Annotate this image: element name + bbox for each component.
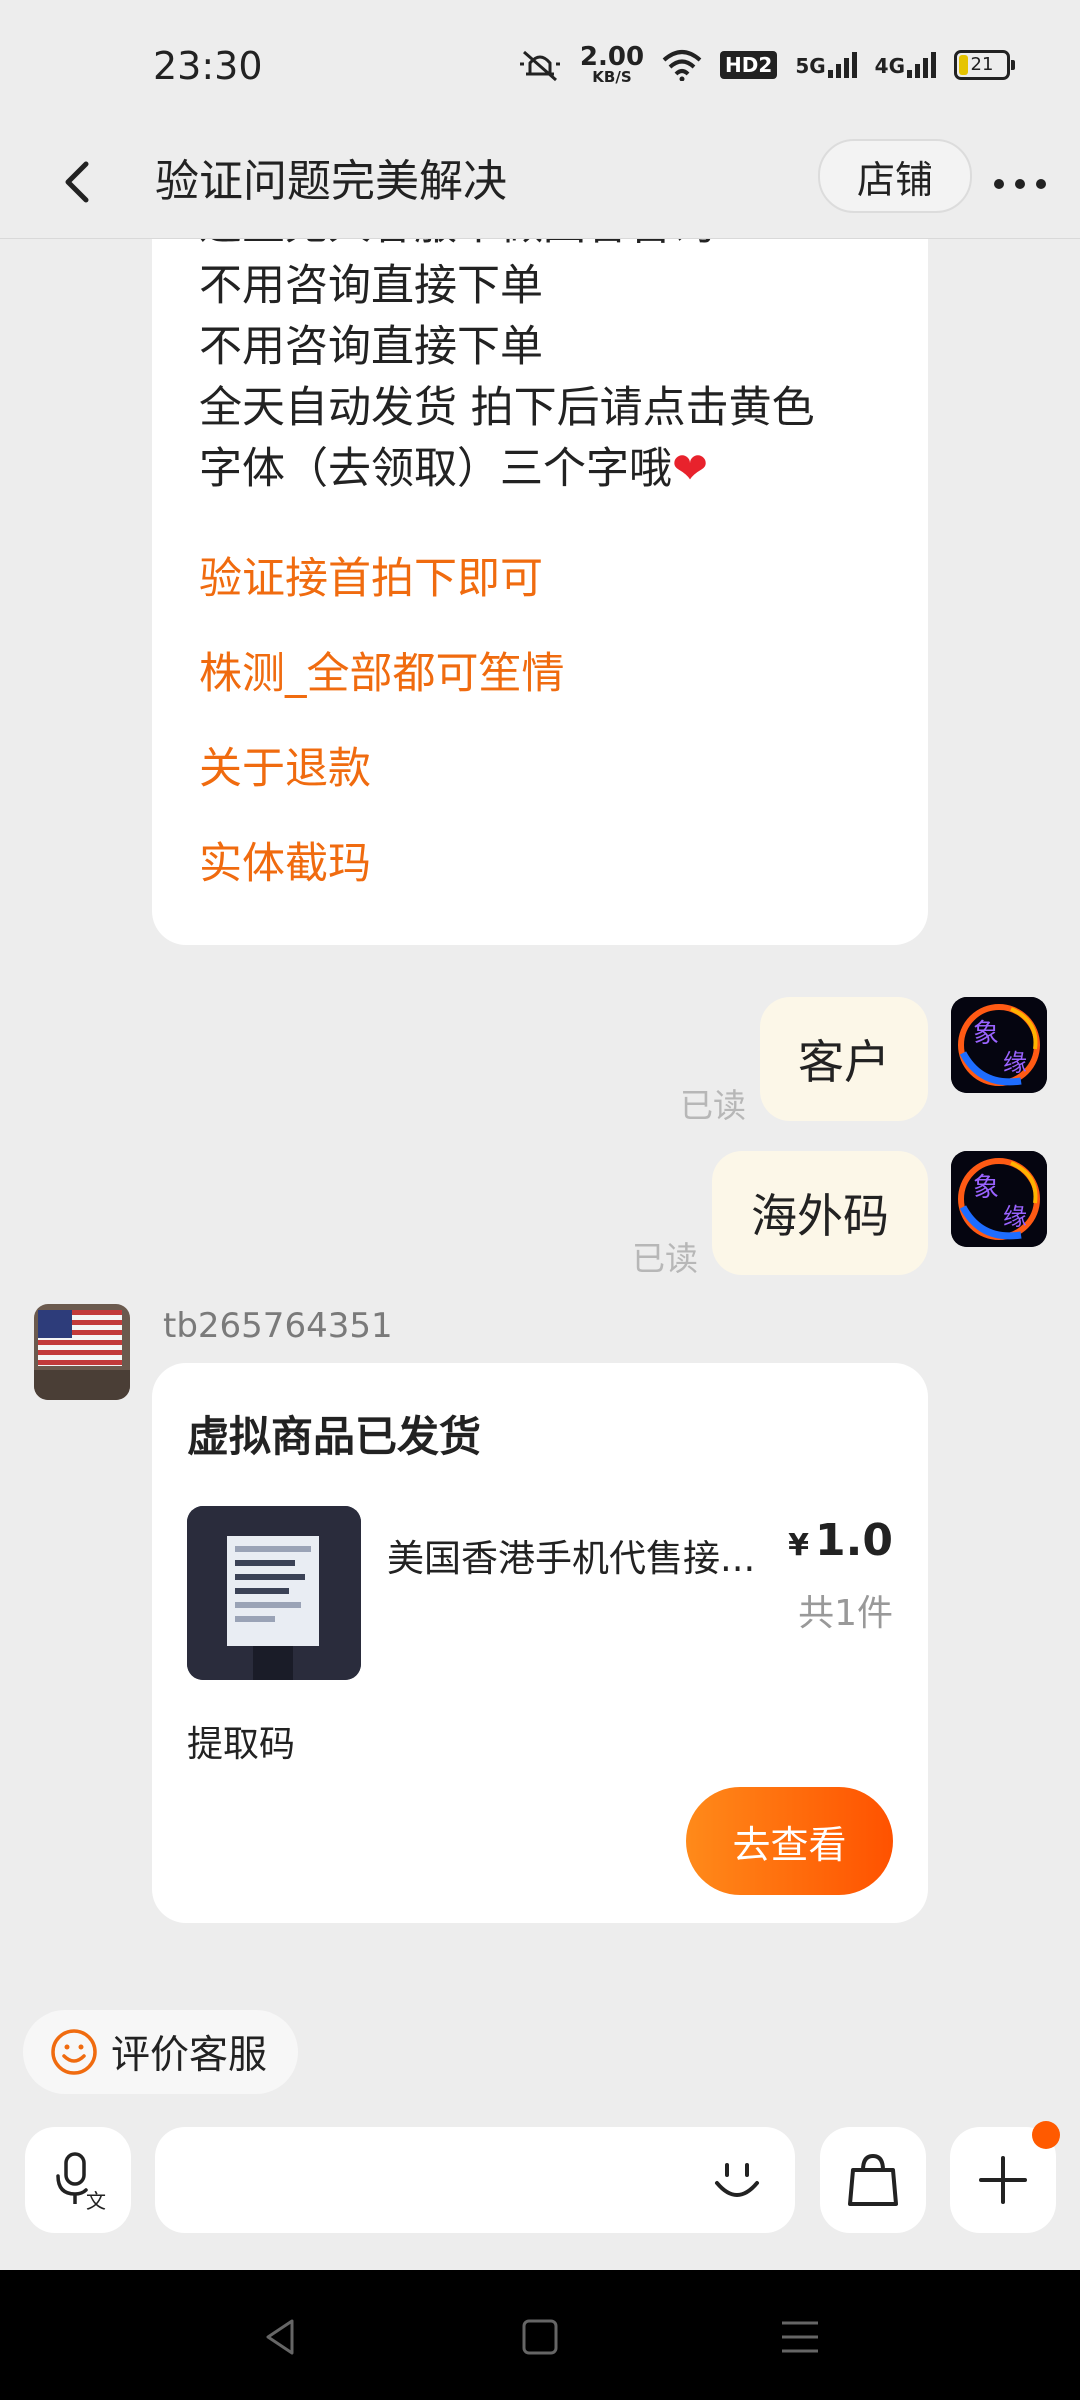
- shopping-bag-button[interactable]: [820, 2127, 926, 2233]
- chat-header: 验证问题完美解决 店铺: [0, 130, 1080, 239]
- voice-button[interactable]: 文: [25, 2127, 131, 2233]
- auto-reply-line: 不用咨询直接下单: [199, 261, 543, 311]
- avatar-image: 象 缘: [951, 997, 1047, 1093]
- rate-service-button[interactable]: 评价客服: [23, 2010, 298, 2094]
- voice-icon: 文: [56, 2152, 106, 2212]
- product-thumbnail: [187, 1506, 361, 1680]
- more-icon[interactable]: [985, 154, 1055, 214]
- order-card[interactable]: 虚拟商品已发货 美国香港手机代售接... ¥1.0 共1件 提取码 去查看: [152, 1363, 928, 1923]
- rate-service-label: 评价客服: [111, 2033, 268, 2078]
- auto-reply-line: 这里无人客服不做回答咨询: [199, 239, 815, 256]
- nav-menu-icon[interactable]: [778, 2315, 822, 2359]
- back-icon[interactable]: [52, 152, 112, 212]
- status-icons: 2.00 KB/S HD2 5G 4G 21: [518, 44, 1015, 85]
- nav-home-icon[interactable]: [518, 2315, 562, 2359]
- price: ¥1.0: [788, 1515, 893, 1566]
- read-status: 已读: [632, 1239, 698, 1278]
- signal-bars-icon: [907, 51, 936, 78]
- hd-badge: HD2: [720, 50, 778, 79]
- quick-link[interactable]: 关于退款: [199, 734, 371, 796]
- quick-link[interactable]: 株测_全部都可笙情: [199, 639, 565, 701]
- input-bar: 文: [0, 2110, 1080, 2270]
- quick-link[interactable]: 实体截玛: [199, 829, 371, 891]
- chat-area[interactable]: 这里无人客服不做回答咨询 不用咨询直接下单 不用咨询直接下单 全天自动发货 拍下…: [0, 239, 1080, 1989]
- status-time: 23:30: [153, 44, 263, 88]
- speed-value: 2.00: [579, 42, 645, 72]
- read-status: 已读: [680, 1086, 746, 1125]
- price-value: 1.0: [815, 1515, 893, 1566]
- wifi-icon: [662, 49, 702, 81]
- product-name[interactable]: 美国香港手机代售接...: [387, 1528, 755, 1582]
- svg-text:缘: 缘: [1003, 1049, 1027, 1077]
- signal-bars-icon: [827, 51, 857, 78]
- mute-bell-icon: [519, 50, 560, 81]
- smile-icon: [51, 2029, 97, 2075]
- code-label: 提取码: [187, 1724, 296, 1765]
- seller-name: tb265764351: [163, 1306, 393, 1346]
- battery-icon: 21: [954, 49, 1015, 80]
- message-input[interactable]: [155, 2127, 795, 2233]
- user-avatar[interactable]: 象 缘: [951, 1151, 1047, 1247]
- user-message-bubble[interactable]: 海外码: [712, 1151, 928, 1275]
- status-bar: 23:30 2.00 KB/S HD2 5G 4G 21: [0, 0, 1080, 130]
- page-title: 验证问题完美解决: [155, 156, 507, 207]
- speed-unit: KB/S: [592, 68, 632, 86]
- auto-reply-line: 字体（去领取）三个字哦: [199, 444, 672, 494]
- battery-level: 21: [970, 54, 994, 75]
- more-actions-button[interactable]: [950, 2121, 1060, 2233]
- signal-5g-label: 5G: [795, 53, 826, 78]
- user-avatar[interactable]: 象 缘: [951, 997, 1047, 1093]
- svg-text:缘: 缘: [1003, 1203, 1027, 1231]
- auto-reply-card: 这里无人客服不做回答咨询 不用咨询直接下单 不用咨询直接下单 全天自动发货 拍下…: [152, 239, 928, 945]
- nav-back-icon[interactable]: [258, 2315, 302, 2359]
- heart-icon: ❤: [672, 444, 709, 494]
- signal-4g: 4G: [874, 51, 936, 78]
- emoji-icon[interactable]: [709, 2153, 765, 2209]
- flag-icon: [34, 1304, 130, 1400]
- order-title: 虚拟商品已发货: [187, 1412, 482, 1461]
- auto-reply-text: 这里无人客服不做回答咨询 不用咨询直接下单 不用咨询直接下单 全天自动发货 拍下…: [199, 239, 815, 500]
- auto-reply-line: 不用咨询直接下单: [199, 322, 543, 372]
- shop-button[interactable]: 店铺: [818, 139, 972, 213]
- avatar-image: 象 缘: [951, 1151, 1047, 1247]
- plus-icon: [979, 2156, 1027, 2204]
- signal-5g: 5G: [795, 51, 857, 78]
- svg-text:象: 象: [973, 1173, 999, 1203]
- view-button[interactable]: 去查看: [686, 1787, 893, 1895]
- user-message-bubble[interactable]: 客户: [760, 997, 928, 1121]
- auto-reply-line: 全天自动发货 拍下后请点击黄色: [199, 383, 815, 433]
- product-image[interactable]: [187, 1506, 361, 1680]
- system-nav-bar: [0, 2270, 1080, 2400]
- network-speed: 2.00 KB/S: [580, 44, 644, 85]
- svg-text:象: 象: [973, 1019, 999, 1049]
- currency-symbol: ¥: [788, 1528, 810, 1563]
- quick-link[interactable]: 验证接首拍下即可: [199, 544, 543, 606]
- signal-4g-label: 4G: [874, 53, 905, 78]
- bag-icon: [848, 2153, 898, 2206]
- seller-avatar[interactable]: [34, 1304, 130, 1400]
- auto-reply-line-with-heart: 字体（去领取）三个字哦❤: [199, 439, 815, 500]
- quantity: 共1件: [798, 1593, 893, 1634]
- svg-text:文: 文: [86, 2189, 106, 2212]
- notification-dot: [1032, 2121, 1060, 2149]
